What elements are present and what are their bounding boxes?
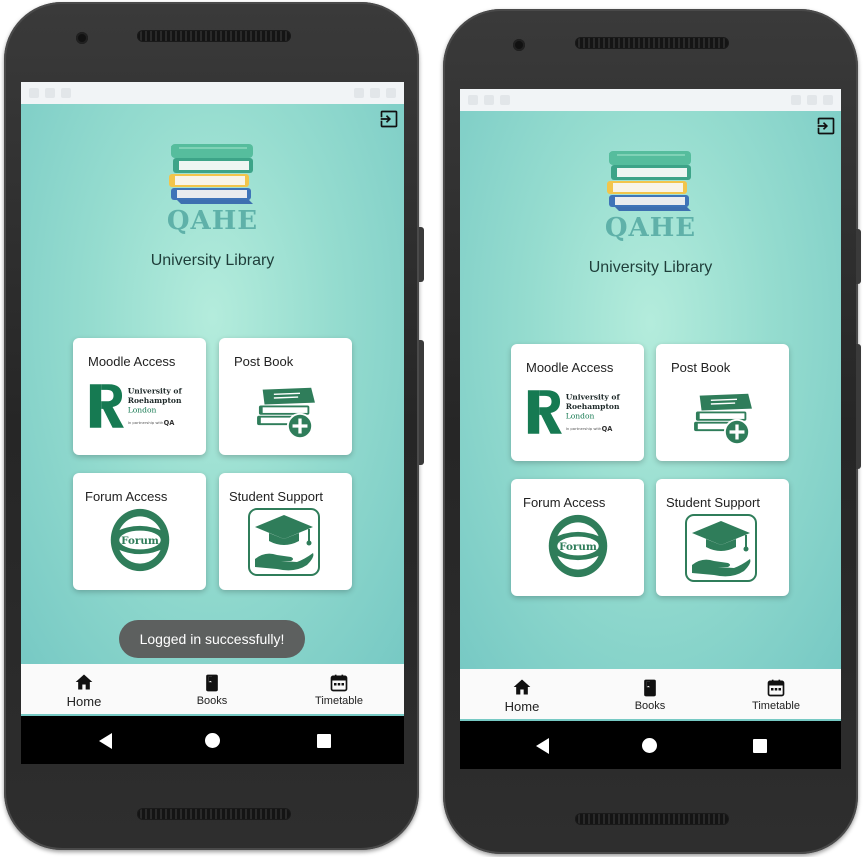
top-speaker (575, 37, 729, 49)
card-label: Forum Access (523, 495, 606, 510)
nav-books[interactable]: Books (620, 669, 680, 721)
notification-icon (45, 88, 55, 98)
moodle-access-card[interactable]: Moodle Access (73, 338, 206, 455)
card-label: Forum Access (85, 489, 168, 504)
app-content: QAHE University Library Moodle Access Po… (460, 111, 841, 669)
page-title: University Library (150, 252, 275, 269)
front-camera-icon (513, 39, 525, 51)
status-bar (21, 82, 404, 104)
moodle-access-card[interactable]: Moodle Access (511, 344, 644, 461)
post-book-card[interactable]: Post Book (656, 344, 789, 461)
back-icon[interactable] (536, 738, 549, 754)
home-icon (74, 672, 94, 692)
login-toast: Logged in successfully! (119, 620, 305, 658)
volume-button (419, 227, 424, 282)
card-label: Student Support (666, 495, 760, 510)
power-button (419, 340, 424, 465)
signal-icon (807, 95, 817, 105)
book-icon (202, 673, 222, 693)
phone-left: QAHE University Library Moodle Access Po… (4, 2, 424, 850)
home-circle-icon[interactable] (642, 738, 657, 753)
nav-books[interactable]: Books (182, 664, 242, 716)
nav-home[interactable]: Home (54, 664, 114, 716)
book-stack-add-icon (253, 384, 319, 440)
forum-access-card[interactable]: Forum Access (511, 479, 644, 596)
recent-apps-icon[interactable] (317, 734, 331, 748)
wifi-icon (791, 95, 801, 105)
graduation-cap-hand-icon (684, 513, 758, 583)
card-label: Moodle Access (88, 354, 176, 369)
battery-icon (823, 95, 833, 105)
nav-label: Home (66, 693, 102, 709)
phone-right: QAHE University Library Moodle Access Po… (443, 9, 861, 854)
logout-icon[interactable] (379, 109, 399, 129)
notification-icon (61, 88, 71, 98)
student-support-card[interactable]: Student Support (219, 473, 352, 590)
power-button (856, 344, 861, 469)
nav-label: Home (504, 698, 540, 714)
status-bar (460, 89, 841, 111)
battery-icon (386, 88, 396, 98)
nav-timetable[interactable]: Timetable (741, 669, 811, 721)
roehampton-logo-icon (526, 388, 630, 436)
book-icon (640, 678, 660, 698)
student-support-card[interactable]: Student Support (656, 479, 789, 596)
nav-label: Timetable (315, 695, 363, 707)
notification-icon (484, 95, 494, 105)
screen: QAHE University Library Moodle Access Po… (21, 82, 404, 764)
roehampton-logo-icon (88, 382, 192, 430)
card-label: Moodle Access (526, 360, 614, 375)
nav-timetable[interactable]: Timetable (304, 664, 374, 716)
graduation-cap-hand-icon (247, 507, 321, 577)
notification-icon (29, 88, 39, 98)
forum-logo-icon (545, 513, 611, 579)
bottom-speaker (137, 808, 291, 820)
back-icon[interactable] (99, 733, 112, 749)
calendar-icon (766, 678, 786, 698)
bottom-nav: Home Books Timetable (21, 664, 404, 716)
nav-label: Timetable (752, 700, 800, 712)
card-label: Student Support (229, 489, 323, 504)
volume-button (856, 229, 861, 284)
bottom-nav: Home Books Timetable (460, 669, 841, 721)
brand-name: QAHE (166, 206, 259, 236)
books-logo-icon (163, 140, 263, 210)
book-stack-add-icon (690, 390, 756, 446)
signal-icon (370, 88, 380, 98)
bottom-speaker (575, 813, 729, 825)
brand-name: QAHE (604, 213, 697, 243)
forum-access-card[interactable]: Forum Access (73, 473, 206, 590)
card-label: Post Book (234, 354, 294, 369)
books-logo-icon (601, 147, 701, 217)
nav-home[interactable]: Home (492, 669, 552, 721)
top-speaker (137, 30, 291, 42)
recent-apps-icon[interactable] (753, 739, 767, 753)
nav-label: Books (634, 700, 666, 712)
home-icon (512, 677, 532, 697)
card-label: Post Book (671, 360, 731, 375)
forum-logo-icon (107, 507, 173, 573)
home-circle-icon[interactable] (205, 733, 220, 748)
system-nav-bar (21, 718, 404, 764)
notification-icon (468, 95, 478, 105)
notification-icon (500, 95, 510, 105)
screen: QAHE University Library Moodle Access Po… (460, 89, 841, 769)
nav-label: Books (196, 695, 228, 707)
app-content: QAHE University Library Moodle Access Po… (21, 104, 404, 664)
front-camera-icon (76, 32, 88, 44)
wifi-icon (354, 88, 364, 98)
post-book-card[interactable]: Post Book (219, 338, 352, 455)
system-nav-bar (460, 723, 841, 769)
logout-icon[interactable] (816, 116, 836, 136)
page-title: University Library (588, 259, 713, 276)
calendar-icon (329, 673, 349, 693)
